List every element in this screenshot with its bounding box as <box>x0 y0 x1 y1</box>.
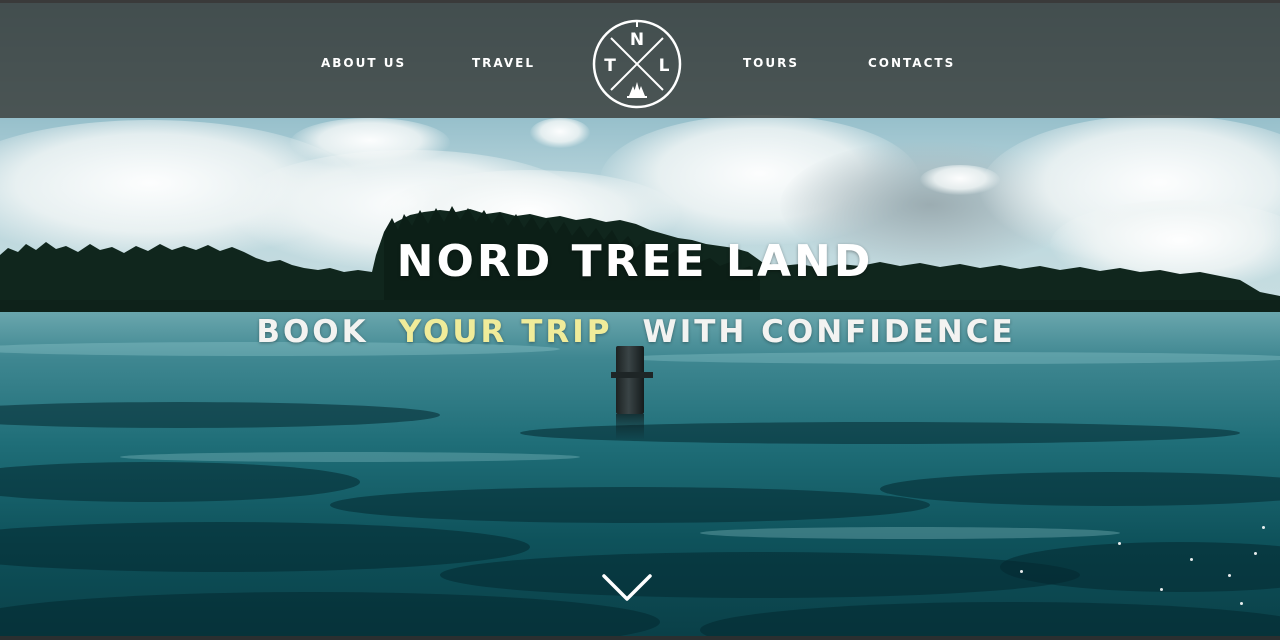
wave <box>880 472 1280 506</box>
nav-link-tours[interactable]: TOURS <box>743 56 799 70</box>
hero-title: NORD TREE LAND <box>396 236 874 287</box>
hero-tagline: BOOK YOUR TRIP WITH CONFIDENCE <box>0 314 1272 350</box>
tagline-end: WITH CONFIDENCE <box>642 314 1016 350</box>
top-navigation: ABOUT US TRAVEL N T L TOURS CONTACTS <box>0 0 1280 118</box>
chevron-down-icon[interactable] <box>601 572 653 604</box>
sparkle <box>1190 558 1193 561</box>
post-reflection <box>616 414 644 440</box>
tagline-highlight: YOUR TRIP <box>398 314 613 350</box>
bottom-border <box>0 636 1280 640</box>
tagline-start: BOOK <box>256 314 369 350</box>
sparkle <box>1240 602 1243 605</box>
sparkle <box>1160 588 1163 591</box>
wave <box>700 602 1280 640</box>
wave <box>330 487 930 523</box>
wave <box>440 552 1080 598</box>
mooring-post-cap <box>611 372 653 378</box>
nav-link-contacts[interactable]: CONTACTS <box>868 56 955 70</box>
sparkle <box>1020 570 1023 573</box>
sparkle <box>1254 552 1257 555</box>
wave <box>120 452 580 462</box>
sparkle <box>1118 542 1121 545</box>
wave <box>0 462 360 502</box>
sparkle <box>1228 574 1231 577</box>
wave <box>0 522 530 572</box>
page: ABOUT US TRAVEL N T L TOURS CONTACTS NOR… <box>0 0 1280 640</box>
logo-letter-l: L <box>659 56 670 76</box>
logo-letter-t: T <box>604 56 616 76</box>
wave <box>0 402 440 428</box>
wave <box>0 592 660 640</box>
tree-icon <box>627 82 647 98</box>
nav-link-travel[interactable]: TRAVEL <box>472 56 535 70</box>
wave <box>620 352 1280 364</box>
wave <box>700 527 1120 539</box>
compass-trees-logo-icon[interactable]: N T L <box>591 18 683 110</box>
mooring-post <box>616 346 644 414</box>
nav-link-about-us[interactable]: ABOUT US <box>321 56 406 70</box>
sparkle <box>1262 526 1265 529</box>
logo-letter-n: N <box>630 30 644 50</box>
